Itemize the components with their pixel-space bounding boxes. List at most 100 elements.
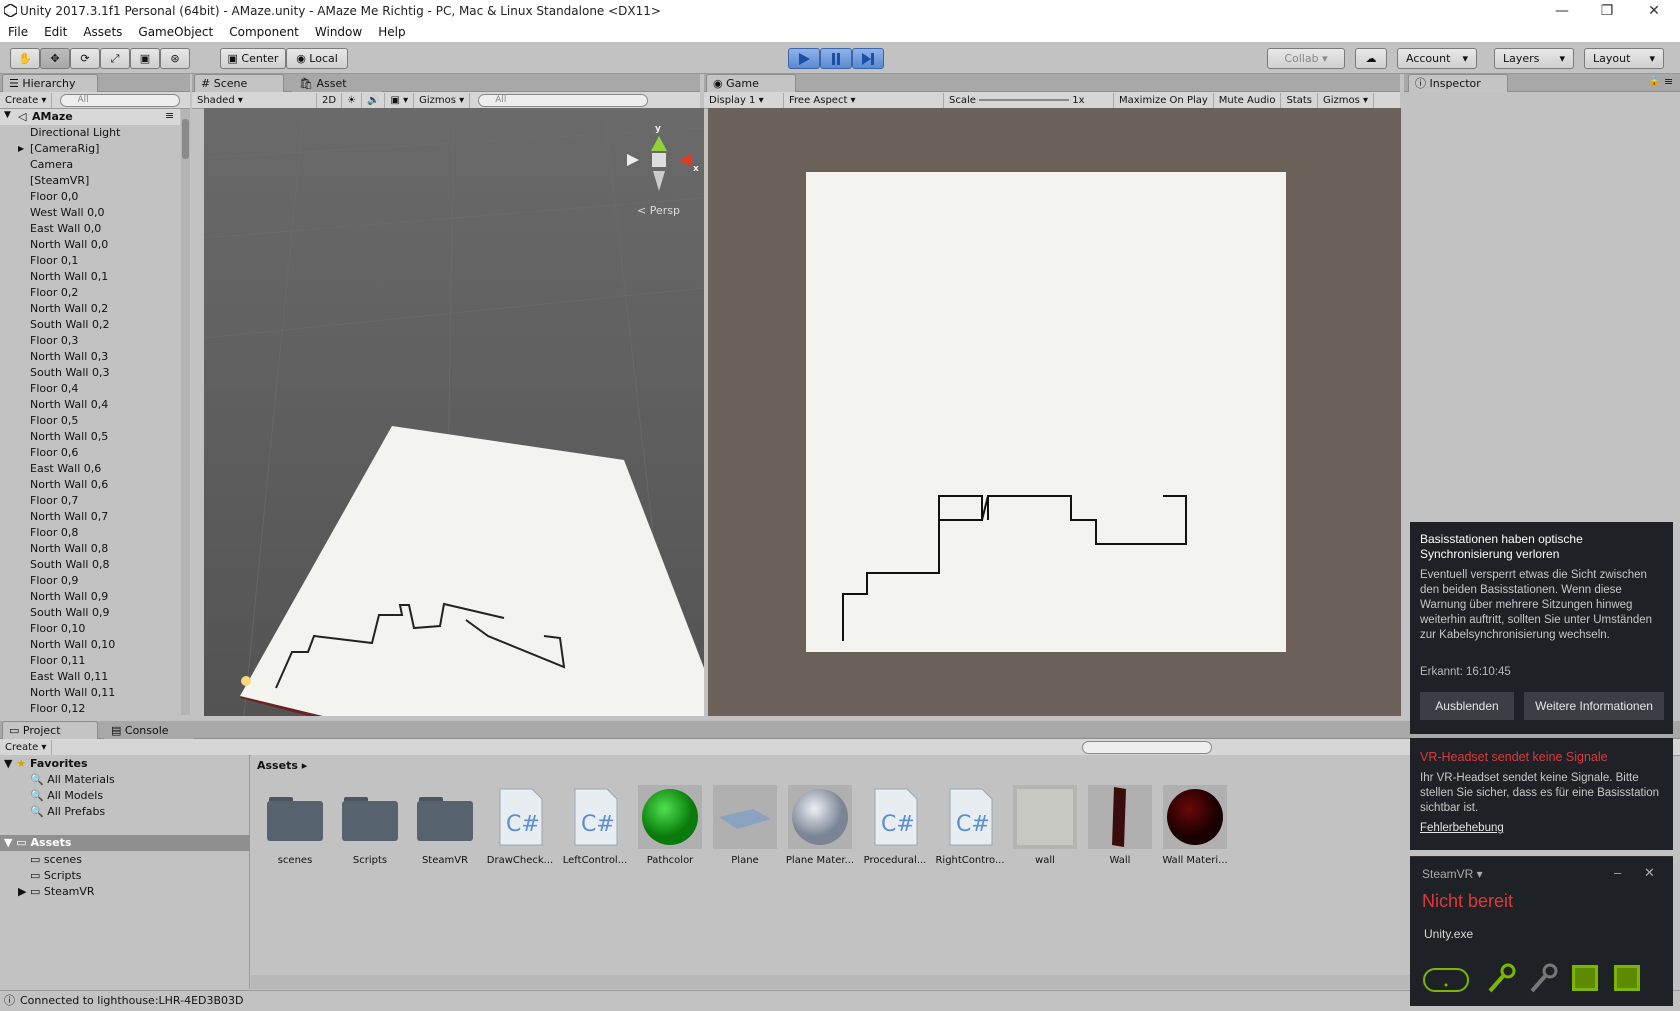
hierarchy-item[interactable]: South Wall 0,2 [30, 317, 109, 333]
scrollbar-thumb[interactable] [182, 119, 189, 159]
menu-help[interactable]: Help [370, 25, 413, 39]
hierarchy-item[interactable]: Floor 0,1 [30, 253, 78, 269]
rect-tool-icon[interactable]: ▣ [130, 48, 160, 69]
scene-viewport[interactable]: y x < Persp [203, 107, 705, 820]
stats-toggle[interactable]: Stats [1281, 92, 1318, 108]
hierarchy-item[interactable]: North Wall 0,3 [30, 349, 108, 365]
asset-item[interactable]: Wall Materi... [1159, 785, 1231, 866]
hierarchy-scrollbar[interactable] [181, 109, 190, 715]
hierarchy-item[interactable]: South Wall 0,9 [30, 605, 109, 621]
persp-label[interactable]: < Persp [637, 204, 680, 217]
more-info-button[interactable]: Weitere Informationen [1524, 692, 1664, 720]
tree-folder[interactable]: ▭ Scripts [30, 869, 82, 882]
hierarchy-item[interactable]: North Wall 0,2 [30, 301, 108, 317]
menu-edit[interactable]: Edit [36, 25, 75, 39]
fav-item[interactable]: 🔍 All Prefabs [30, 805, 105, 818]
tab-scene[interactable]: # Scene [194, 74, 284, 92]
hierarchy-create-button[interactable]: Create ▾ [0, 92, 53, 108]
hierarchy-item[interactable]: Floor 0,11 [30, 653, 85, 669]
fav-item[interactable]: 🔍 All Models [30, 789, 103, 802]
game-viewport[interactable] [708, 108, 1401, 716]
menu-file[interactable]: File [0, 25, 36, 39]
tree-folder[interactable]: ▶ ▭ SteamVR [18, 885, 95, 898]
scene-gizmos-dropdown[interactable]: Gizmos ▾ [414, 92, 471, 108]
asset-item[interactable]: C# DrawCheck... [484, 785, 556, 866]
minimize-button[interactable]: — [1540, 0, 1584, 22]
hierarchy-item[interactable]: Directional Light [30, 125, 120, 141]
troubleshoot-link[interactable]: Fehlerbehebung [1420, 822, 1504, 834]
hierarchy-item[interactable]: East Wall 0,6 [30, 461, 101, 477]
pause-button[interactable] [820, 48, 852, 69]
hierarchy-item[interactable]: South Wall 0,8 [30, 557, 109, 573]
tab-asset-store[interactable]: 🛍 Asset Store [292, 74, 382, 108]
hierarchy-item[interactable]: [CameraRig] ▶ [18, 141, 99, 157]
tab-inspector[interactable]: ⓘ Inspector [1408, 74, 1508, 92]
transform-tool-icon[interactable]: ⊛ [160, 48, 190, 69]
tree-folder[interactable]: ▭ scenes [30, 853, 82, 866]
step-button[interactable] [852, 48, 884, 69]
mute-audio-toggle[interactable]: Mute Audio [1214, 92, 1282, 108]
play-button[interactable] [788, 48, 820, 69]
controller-icon[interactable] [1486, 963, 1516, 995]
hierarchy-item[interactable]: North Wall 0,8 [30, 541, 108, 557]
hierarchy-search-input[interactable]: All [60, 93, 181, 107]
asset-item[interactable]: C# LeftControl... [559, 785, 631, 866]
hierarchy-item[interactable]: South Wall 0,3 [30, 365, 109, 381]
breadcrumb[interactable]: Assets ▸ [257, 759, 307, 772]
hierarchy-item[interactable]: North Wall 0,4 [30, 397, 108, 413]
steamvr-close[interactable]: ✕ [1644, 865, 1655, 881]
asset-item[interactable]: Scripts [334, 785, 406, 866]
hierarchy-item[interactable]: Floor 0,10 [30, 621, 85, 637]
hierarchy-item[interactable]: [SteamVR] [30, 173, 89, 189]
effects-icon[interactable]: ▣ ▾ [385, 92, 415, 108]
favorites-header[interactable]: ▼ ★ Favorites [4, 757, 88, 770]
pivot-local-button[interactable]: ◉ Local [286, 48, 348, 69]
lighting-icon[interactable]: ☀ [342, 92, 363, 108]
collab-button[interactable]: Collab ▾ [1267, 48, 1345, 69]
hierarchy-item[interactable]: North Wall 0,11 [30, 685, 115, 701]
hierarchy-item[interactable]: North Wall 0,6 [30, 477, 108, 493]
asset-item[interactable]: Plane [709, 785, 781, 866]
hierarchy-item[interactable]: Floor 0,0 [30, 189, 78, 205]
layout-dropdown[interactable]: Layout ▾ [1584, 48, 1664, 69]
aspect-dropdown[interactable]: Free Aspect ▾ [784, 92, 944, 108]
asset-item[interactable]: Wall [1084, 785, 1156, 866]
expand-arrow-icon[interactable]: ▶ [18, 141, 24, 157]
menu-gameobject[interactable]: GameObject [130, 25, 221, 39]
hierarchy-item[interactable]: Floor 0,2 [30, 285, 78, 301]
hierarchy-item[interactable]: Floor 0,5 [30, 413, 78, 429]
restore-button[interactable]: ❐ [1585, 0, 1629, 22]
hierarchy-item[interactable]: West Wall 0,0 [30, 205, 105, 221]
asset-item[interactable]: scenes [259, 785, 331, 866]
tab-hierarchy[interactable]: ☰ Hierarchy [2, 74, 98, 92]
hierarchy-item[interactable]: Floor 0,9 [30, 573, 78, 589]
scene-root-row[interactable]: ▼ ◁ AMaze ≡ [0, 109, 180, 125]
asset-item[interactable]: C# RightContro... [934, 785, 1006, 866]
asset-item[interactable]: C# Procedural... [859, 785, 931, 866]
tab-project[interactable]: ▭ Project [2, 721, 98, 739]
assets-root[interactable]: ▼ ▭ Assets [0, 835, 250, 851]
menu-assets[interactable]: Assets [75, 25, 130, 39]
tab-game[interactable]: ◉ Game [706, 74, 796, 92]
base-station-icon[interactable] [1612, 963, 1642, 993]
steamvr-minimize[interactable]: – [1614, 865, 1621, 880]
move-tool-icon[interactable]: ✥ [40, 48, 70, 69]
layers-dropdown[interactable]: Layers ▾ [1494, 48, 1574, 69]
hand-tool-icon[interactable]: ✋ [10, 48, 40, 69]
tab-console[interactable]: ▤ Console [104, 721, 194, 739]
hierarchy-item[interactable]: North Wall 0,0 [30, 237, 108, 253]
toggle-2d-button[interactable]: 2D [317, 92, 343, 108]
audio-icon[interactable]: 🔊 [362, 92, 386, 108]
pivot-center-button[interactable]: ▣ Center [220, 48, 286, 69]
hierarchy-item[interactable]: North Wall 0,10 [30, 637, 115, 653]
hierarchy-item[interactable]: North Wall 0,7 [30, 509, 108, 525]
hide-button[interactable]: Ausblenden [1420, 692, 1514, 720]
scene-menu-icon[interactable]: ≡ [165, 109, 174, 122]
close-button[interactable]: ✕ [1632, 0, 1676, 22]
menu-component[interactable]: Component [221, 25, 307, 39]
steamvr-menu[interactable]: SteamVR ▾ [1422, 867, 1483, 881]
hierarchy-item[interactable]: East Wall 0,11 [30, 669, 108, 685]
hierarchy-item[interactable]: Floor 0,8 [30, 525, 78, 541]
headset-icon[interactable] [1422, 965, 1470, 995]
display-dropdown[interactable]: Display 1 ▾ [704, 92, 784, 108]
